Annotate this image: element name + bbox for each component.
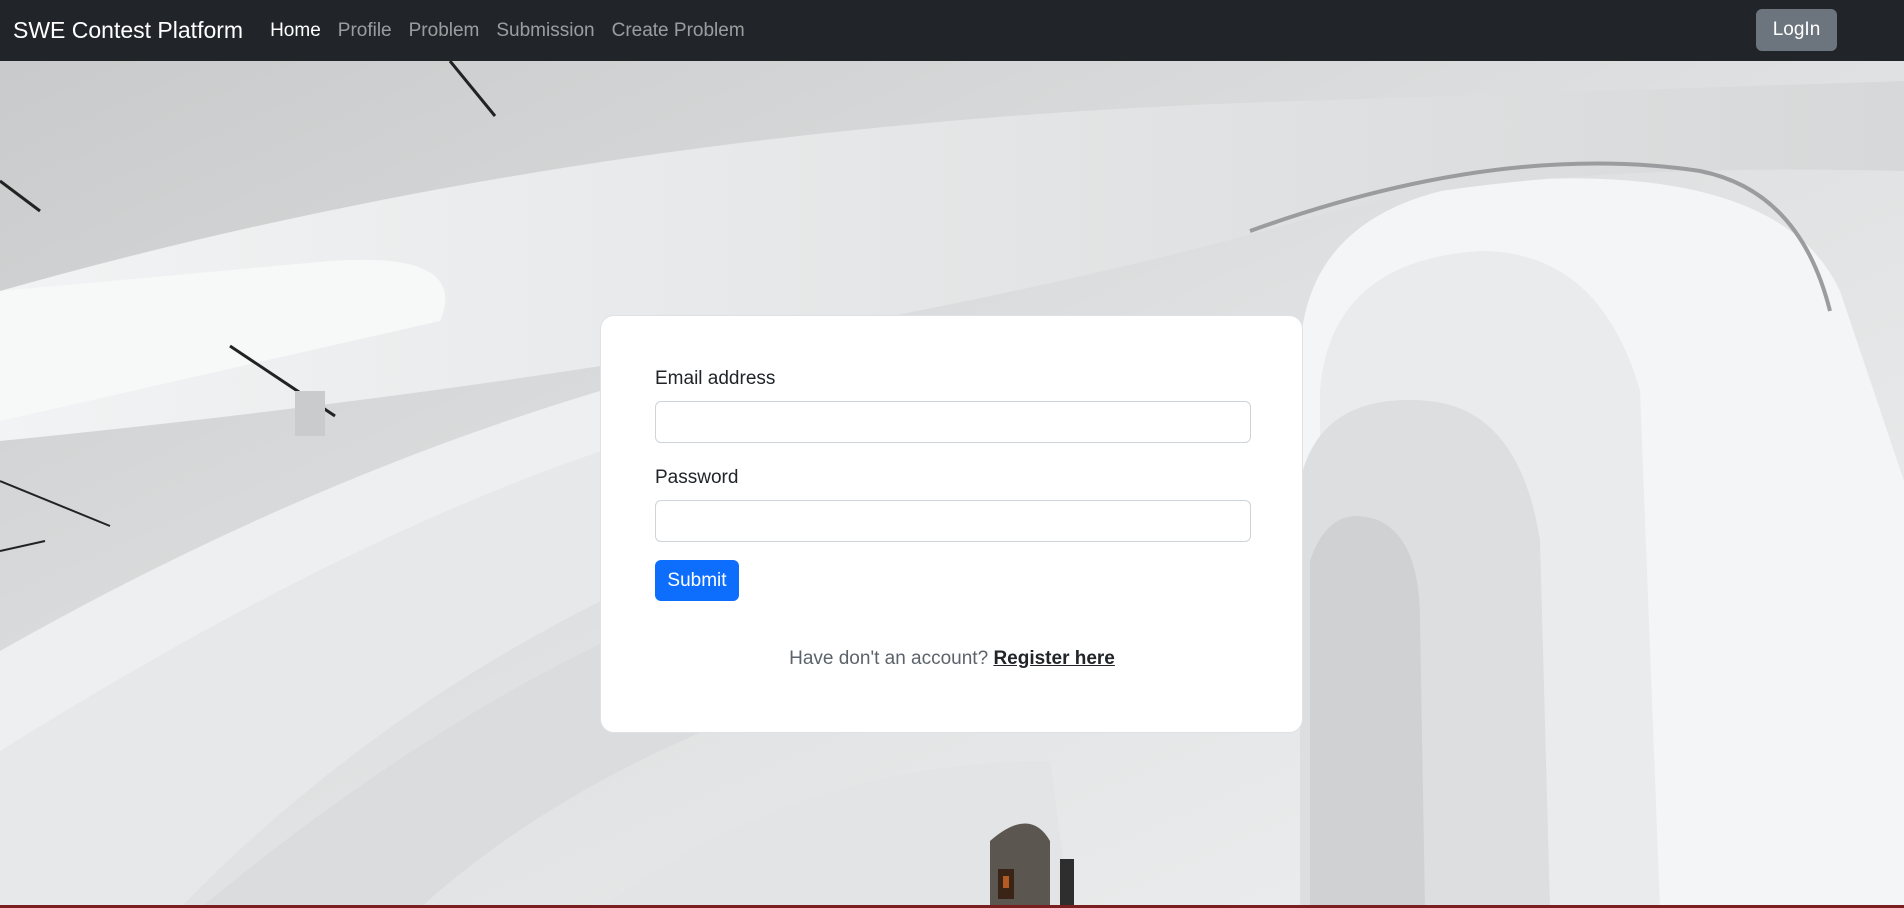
- password-label: Password: [655, 467, 739, 488]
- email-group: Email address: [655, 368, 1251, 443]
- nav-link-problem[interactable]: Problem: [409, 20, 480, 42]
- login-button[interactable]: LogIn: [1756, 9, 1837, 51]
- brand-title[interactable]: SWE Contest Platform: [13, 17, 243, 44]
- nav-link-home[interactable]: Home: [270, 20, 321, 42]
- submit-button[interactable]: Submit: [655, 560, 739, 601]
- register-prompt-text: Have don't an account?: [789, 648, 989, 669]
- email-field[interactable]: [655, 401, 1251, 443]
- nav-link-profile[interactable]: Profile: [338, 20, 392, 42]
- password-field[interactable]: [655, 500, 1251, 542]
- register-prompt-line: Have don't an account? Register here: [655, 648, 1249, 670]
- register-link[interactable]: Register here: [993, 648, 1114, 669]
- password-group: Password: [655, 467, 1251, 542]
- top-navbar: SWE Contest Platform Home Profile Proble…: [0, 0, 1904, 61]
- nav-link-submission[interactable]: Submission: [496, 20, 594, 42]
- email-label: Email address: [655, 368, 776, 389]
- nav-link-create-problem[interactable]: Create Problem: [612, 20, 745, 42]
- nav-links: Home Profile Problem Submission Create P…: [270, 20, 762, 42]
- login-card: Email address Password Submit Have don't…: [600, 315, 1303, 733]
